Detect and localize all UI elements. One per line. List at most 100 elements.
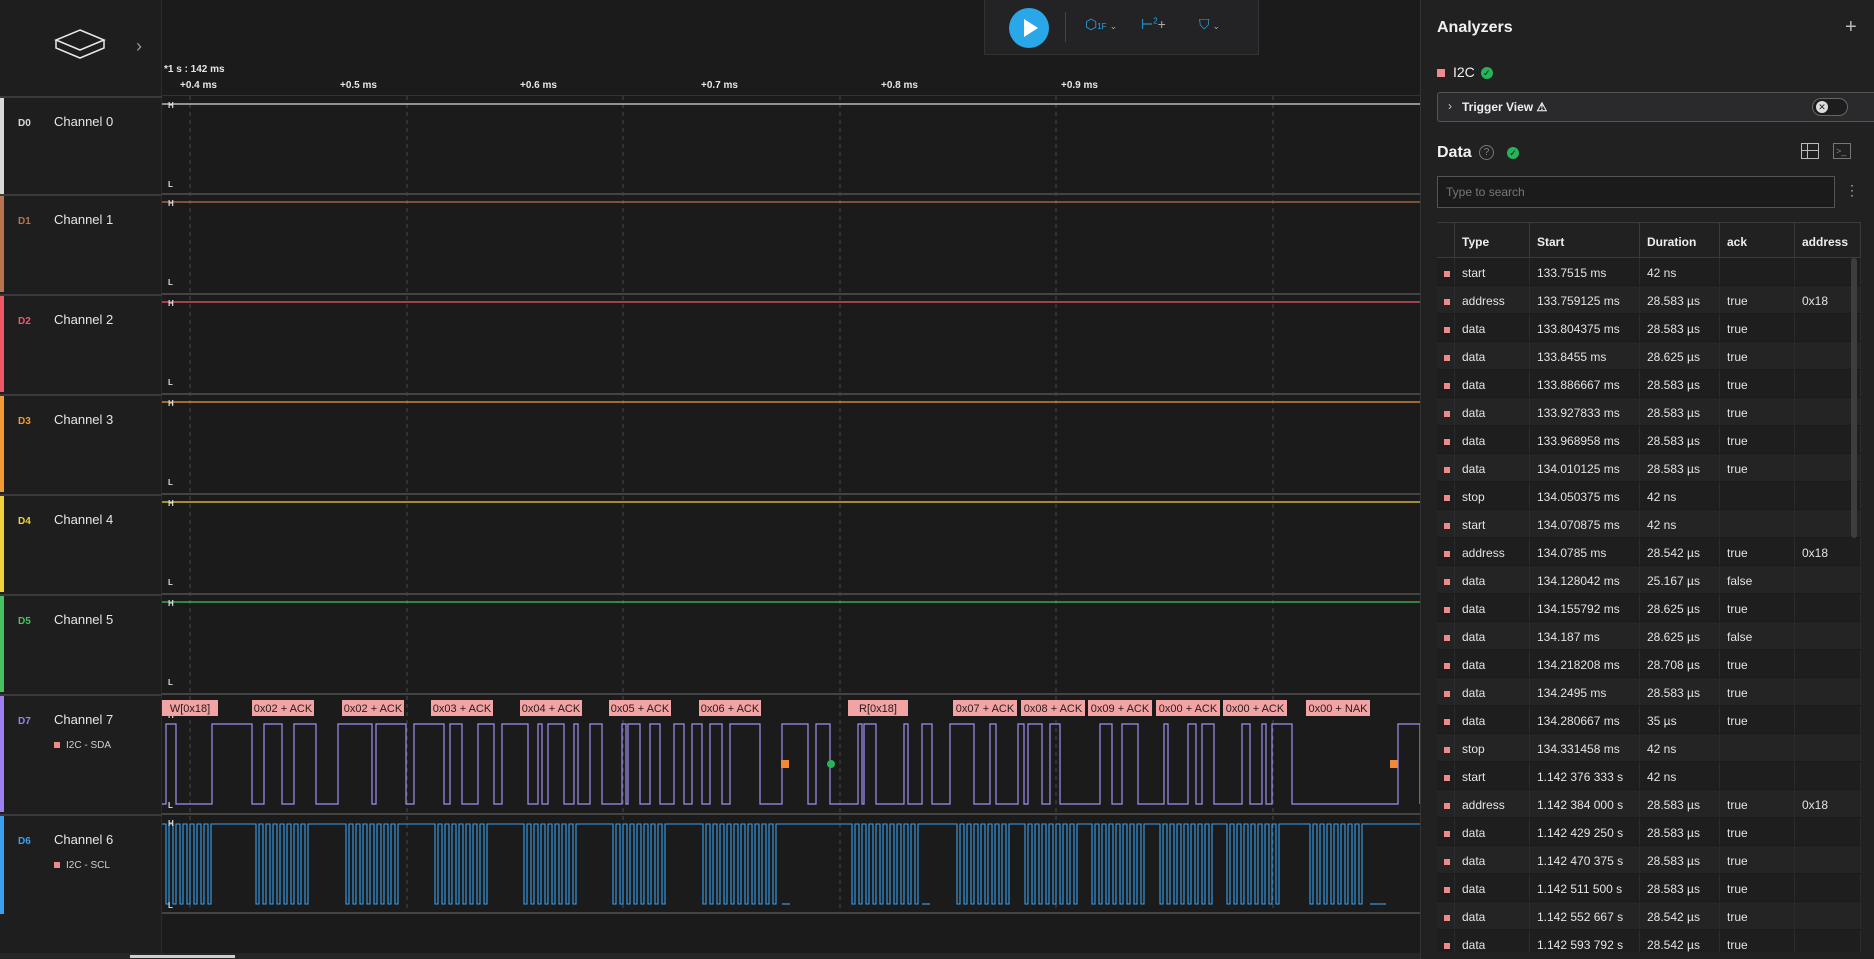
analyzer-color-swatch [1444, 411, 1450, 417]
table-row[interactable]: start 1.142 376 333 s 42 ns [1437, 762, 1861, 790]
analyzer-name: I2C [1453, 64, 1475, 80]
table-row[interactable]: data 133.804375 ms 28.583 µs true [1437, 314, 1861, 342]
channel-row[interactable]: D7 Channel 7 I2C - SDA [0, 694, 162, 812]
row-marker [1437, 594, 1455, 621]
table-cell: data [1455, 342, 1530, 369]
trigger-settings-icon[interactable]: ⬡1F ⌄ [1085, 16, 1117, 33]
table-row[interactable]: data 133.927833 ms 28.583 µs true [1437, 398, 1861, 426]
waveform-area[interactable]: HLHLHLHLHLHLHLW[0x18]0x02 + ACK0x02 + AC… [162, 0, 1420, 959]
decoded-label[interactable]: 0x05 + ACK [609, 700, 671, 716]
table-row[interactable]: data 134.280667 ms 35 µs true [1437, 706, 1861, 734]
row-marker [1437, 930, 1455, 952]
header-type[interactable]: Type [1455, 223, 1530, 257]
waveform-canvas[interactable]: HLHLHLHLHLHLHLW[0x18]0x02 + ACK0x02 + AC… [162, 0, 1420, 959]
channel-color-stripe [0, 196, 4, 292]
decoded-label[interactable]: 0x04 + ACK [520, 700, 582, 716]
terminal-view-icon[interactable]: >_ [1833, 143, 1851, 159]
header-duration[interactable]: Duration [1640, 223, 1720, 257]
table-row[interactable]: data 134.010125 ms 28.583 µs true [1437, 454, 1861, 482]
table-row[interactable]: address 133.759125 ms 28.583 µs true 0x18 [1437, 286, 1861, 314]
decoded-label[interactable]: 0x00 + ACK [1156, 700, 1220, 716]
decoded-label[interactable]: 0x08 + ACK [1021, 700, 1085, 716]
table-cell: data [1455, 594, 1530, 621]
table-cell: data [1455, 314, 1530, 341]
channel-name: Channel 7 [54, 712, 114, 727]
timeline-tick-label: +0.6 ms [520, 80, 557, 91]
channel-row[interactable]: D3 Channel 3 [0, 394, 162, 492]
table-row[interactable]: address 134.0785 ms 28.542 µs true 0x18 [1437, 538, 1861, 566]
decoded-label[interactable]: 0x07 + ACK [953, 700, 1017, 716]
decoded-label[interactable]: 0x00 + ACK [1223, 700, 1287, 716]
table-row[interactable]: start 134.070875 ms 42 ns [1437, 510, 1861, 538]
table-row[interactable]: data 133.968958 ms 28.583 µs true [1437, 426, 1861, 454]
add-timing-marker-icon[interactable]: ⊢2+ [1141, 16, 1166, 33]
table-row[interactable]: data 1.142 511 500 s 28.583 µs true [1437, 874, 1861, 902]
start-capture-button[interactable] [1009, 8, 1049, 48]
table-cell: 1.142 376 333 s [1530, 762, 1640, 789]
channel-row[interactable]: D1 Channel 1 [0, 194, 162, 292]
more-options-icon[interactable]: ⋮ [1845, 182, 1859, 199]
table-cell: 134.0785 ms [1530, 538, 1640, 565]
decoded-label[interactable]: 0x03 + ACK [431, 700, 493, 716]
table-row[interactable]: data 133.8455 ms 28.625 µs true [1437, 342, 1861, 370]
table-row[interactable]: data 134.128042 ms 25.167 µs false [1437, 566, 1861, 594]
channel-row[interactable]: D2 Channel 2 [0, 294, 162, 392]
table-row[interactable]: data 1.142 552 667 s 28.542 µs true [1437, 902, 1861, 930]
expand-sidebar-chevron-icon[interactable]: › [136, 36, 142, 57]
channel-row[interactable]: D4 Channel 4 [0, 494, 162, 592]
table-row[interactable]: stop 134.050375 ms 42 ns [1437, 482, 1861, 510]
decoded-label[interactable]: 0x00 + NAK [1306, 700, 1370, 716]
table-row[interactable]: data 134.218208 ms 28.708 µs true [1437, 650, 1861, 678]
decoded-label[interactable]: 0x09 + ACK [1088, 700, 1152, 716]
table-row[interactable]: data 134.187 ms 28.625 µs false [1437, 622, 1861, 650]
row-marker [1437, 790, 1455, 817]
decoded-label[interactable]: 0x06 + ACK [699, 700, 761, 716]
analyzer-item-i2c[interactable]: I2C ✓ [1437, 64, 1493, 80]
trigger-view-row[interactable]: › Trigger View ⚠ ✕ [1437, 92, 1874, 122]
row-marker [1437, 314, 1455, 341]
table-row[interactable]: address 1.142 384 000 s 28.583 µs true 0x18 [1437, 790, 1861, 818]
table-view-icon[interactable] [1801, 143, 1819, 159]
trigger-view-toggle[interactable]: ✕ [1812, 98, 1848, 116]
high-level-marker: H [168, 599, 174, 608]
decoded-label[interactable]: W[0x18] [162, 700, 218, 716]
timeline-ruler[interactable]: *1 s : 142 ms +0.4 ms +0.5 ms +0.6 ms +0.7 … [162, 60, 1420, 96]
table-cell: 1.142 511 500 s [1530, 874, 1640, 901]
decoded-label[interactable]: 0x02 + ACK [252, 700, 314, 716]
help-icon[interactable]: ? [1479, 145, 1494, 160]
table-cell: 28.583 µs [1640, 678, 1720, 705]
channel-color-stripe [0, 396, 4, 492]
table-cell: data [1455, 818, 1530, 845]
timeline-tick-label: +0.4 ms [180, 80, 217, 91]
table-row[interactable]: start 133.7515 ms 42 ns [1437, 258, 1861, 286]
table-cell [1795, 594, 1861, 621]
add-measurement-icon[interactable]: ⛉ ⌄ [1199, 16, 1220, 33]
channel-row[interactable]: D0 Channel 0 [0, 96, 162, 194]
analyzer-color-swatch [1444, 327, 1450, 333]
table-cell [1720, 762, 1795, 789]
table-row[interactable]: data 1.142 429 250 s 28.583 µs true [1437, 818, 1861, 846]
table-row[interactable]: data 133.886667 ms 28.583 µs true [1437, 370, 1861, 398]
table-row[interactable]: data 1.142 470 375 s 28.583 µs true [1437, 846, 1861, 874]
decoded-label[interactable]: 0x02 + ACK [342, 700, 404, 716]
row-marker [1437, 706, 1455, 733]
table-row[interactable]: data 1.142 593 792 s 28.542 µs true [1437, 930, 1861, 952]
header-start[interactable]: Start [1530, 223, 1640, 257]
channel-row[interactable]: D5 Channel 5 [0, 594, 162, 692]
header-address[interactable]: address [1795, 223, 1861, 257]
channel-row[interactable]: D6 Channel 6 I2C - SCL [0, 814, 162, 914]
add-analyzer-button[interactable]: + [1845, 16, 1857, 39]
table-cell: true [1720, 314, 1795, 341]
scroll-handle[interactable] [130, 955, 235, 958]
header-ack[interactable]: ack [1720, 223, 1795, 257]
analyzer-color-swatch [1444, 775, 1450, 781]
decoded-label[interactable]: R[0x18] [848, 700, 908, 716]
table-cell: data [1455, 902, 1530, 929]
table-row[interactable]: stop 134.331458 ms 42 ns [1437, 734, 1861, 762]
row-marker [1437, 342, 1455, 369]
search-input[interactable] [1437, 176, 1835, 208]
stop-marker [1390, 760, 1398, 768]
table-row[interactable]: data 134.2495 ms 28.583 µs true [1437, 678, 1861, 706]
table-scrollbar[interactable] [1851, 258, 1857, 538]
table-row[interactable]: data 134.155792 ms 28.625 µs true [1437, 594, 1861, 622]
